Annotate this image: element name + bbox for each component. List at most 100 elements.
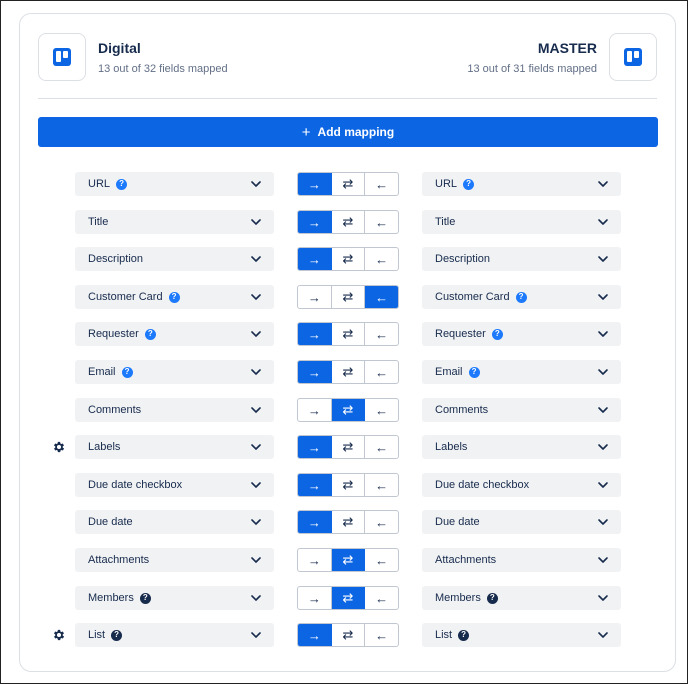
chevron-down-icon [251, 407, 261, 413]
direction-right-button[interactable]: → [298, 323, 332, 345]
direction-right-button[interactable]: → [298, 399, 332, 421]
direction-both-button[interactable]: ⇄ [332, 361, 366, 383]
add-mapping-button[interactable]: + Add mapping [38, 117, 658, 147]
direction-left-button[interactable]: ← [365, 361, 398, 383]
direction-left-button[interactable]: ← [365, 624, 398, 646]
direction-right-button[interactable]: → [298, 211, 332, 233]
help-icon[interactable]: ? [116, 178, 128, 190]
direction-right-button[interactable]: → [298, 248, 332, 270]
direction-right-button[interactable]: → [298, 587, 332, 609]
help-icon[interactable]: ? [468, 366, 480, 378]
right-field-select[interactable]: List? [422, 623, 621, 647]
help-icon[interactable]: ? [168, 291, 180, 303]
left-field-select[interactable]: Email? [75, 360, 274, 384]
help-icon[interactable]: ? [463, 178, 475, 190]
direction-left-button[interactable]: ← [365, 399, 398, 421]
mapping-card: Digital 13 out of 32 fields mapped MASTE… [19, 13, 676, 672]
direction-right-button[interactable]: → [298, 474, 332, 496]
right-field-select[interactable]: Attachments [422, 548, 621, 572]
direction-right-button[interactable]: → [298, 436, 332, 458]
right-field-label: Labels [435, 441, 468, 453]
left-field-select[interactable]: Due date checkbox [75, 473, 274, 497]
left-field-select[interactable]: Attachments [75, 548, 274, 572]
direction-left-button[interactable]: ← [365, 549, 398, 571]
direction-right-button[interactable]: → [298, 511, 332, 533]
gear-icon[interactable] [52, 440, 66, 454]
left-field-select[interactable]: Requester? [75, 322, 274, 346]
help-icon[interactable]: ? [515, 291, 527, 303]
direction-both-button[interactable]: ⇄ [332, 248, 366, 270]
direction-left-button[interactable]: ← [365, 211, 398, 233]
help-icon[interactable]: ? [144, 328, 156, 340]
mapping-row: URL? → ⇄ ← URL? [20, 172, 675, 196]
direction-left-button[interactable]: ← [365, 436, 398, 458]
direction-left-button[interactable]: ← [365, 474, 398, 496]
right-field-label: List [435, 629, 453, 641]
add-mapping-label: Add mapping [317, 125, 395, 139]
right-board-name: MASTER [537, 40, 597, 56]
right-board-status: 13 out of 31 fields mapped [467, 63, 597, 75]
mapping-row: Customer Card? → ⇄ ← Customer Card? [20, 285, 675, 309]
left-field-select[interactable]: Labels [75, 435, 274, 459]
right-field-select[interactable]: Labels [422, 435, 621, 459]
direction-right-button[interactable]: → [298, 286, 332, 308]
left-field-select[interactable]: Customer Card? [75, 285, 274, 309]
right-field-select[interactable]: Due date [422, 510, 621, 534]
direction-both-button[interactable]: ⇄ [331, 399, 366, 421]
chevron-down-icon [251, 219, 261, 225]
direction-both-button[interactable]: ⇄ [332, 511, 366, 533]
right-field-select[interactable]: URL? [422, 172, 621, 196]
help-icon[interactable]: ? [121, 366, 133, 378]
right-field-select[interactable]: Email? [422, 360, 621, 384]
direction-both-button[interactable]: ⇄ [332, 286, 366, 308]
right-field-select[interactable]: Customer Card? [422, 285, 621, 309]
help-icon[interactable]: ? [486, 592, 498, 604]
direction-both-button[interactable]: ⇄ [332, 211, 366, 233]
direction-both-button[interactable]: ⇄ [331, 549, 366, 571]
left-field-select[interactable]: Due date [75, 510, 274, 534]
chevron-down-icon [598, 444, 608, 450]
left-field-label: Attachments [88, 554, 150, 566]
direction-both-button[interactable]: ⇄ [332, 323, 366, 345]
direction-left-button[interactable]: ← [365, 323, 398, 345]
left-field-label: Customer Card [88, 291, 163, 303]
direction-left-button[interactable]: ← [365, 173, 398, 195]
direction-left-button[interactable]: ← [365, 286, 398, 308]
direction-left-button[interactable]: ← [365, 248, 398, 270]
direction-right-button[interactable]: → [298, 624, 332, 646]
left-field-select[interactable]: List? [75, 623, 274, 647]
help-icon[interactable]: ? [139, 592, 151, 604]
right-field-select[interactable]: Title [422, 210, 621, 234]
right-field-select[interactable]: Due date checkbox [422, 473, 621, 497]
sync-direction-toggle: → ⇄ ← [297, 285, 399, 309]
right-field-select[interactable]: Description [422, 247, 621, 271]
direction-both-button[interactable]: ⇄ [332, 624, 366, 646]
direction-right-button[interactable]: → [298, 173, 332, 195]
sync-direction-toggle: → ⇄ ← [297, 360, 399, 384]
left-board-icon-box [38, 33, 86, 81]
left-field-select[interactable]: Members? [75, 586, 274, 610]
mapping-row: Requester? → ⇄ ← Requester? [20, 322, 675, 346]
direction-right-button[interactable]: → [298, 549, 332, 571]
direction-both-button[interactable]: ⇄ [332, 474, 366, 496]
left-field-select[interactable]: Description [75, 247, 274, 271]
direction-right-button[interactable]: → [298, 361, 332, 383]
left-field-select[interactable]: Comments [75, 398, 274, 422]
chevron-down-icon [251, 331, 261, 337]
right-field-select[interactable]: Members? [422, 586, 621, 610]
right-field-select[interactable]: Requester? [422, 322, 621, 346]
help-icon[interactable]: ? [458, 629, 470, 641]
direction-left-button[interactable]: ← [365, 511, 398, 533]
help-icon[interactable]: ? [111, 629, 123, 641]
chevron-down-icon [598, 369, 608, 375]
direction-both-button[interactable]: ⇄ [332, 173, 366, 195]
direction-both-button[interactable]: ⇄ [331, 587, 366, 609]
right-field-select[interactable]: Comments [422, 398, 621, 422]
header-divider [38, 98, 657, 99]
direction-left-button[interactable]: ← [365, 587, 398, 609]
direction-both-button[interactable]: ⇄ [332, 436, 366, 458]
gear-icon[interactable] [52, 628, 66, 642]
left-field-select[interactable]: Title [75, 210, 274, 234]
left-field-select[interactable]: URL? [75, 172, 274, 196]
help-icon[interactable]: ? [491, 328, 503, 340]
